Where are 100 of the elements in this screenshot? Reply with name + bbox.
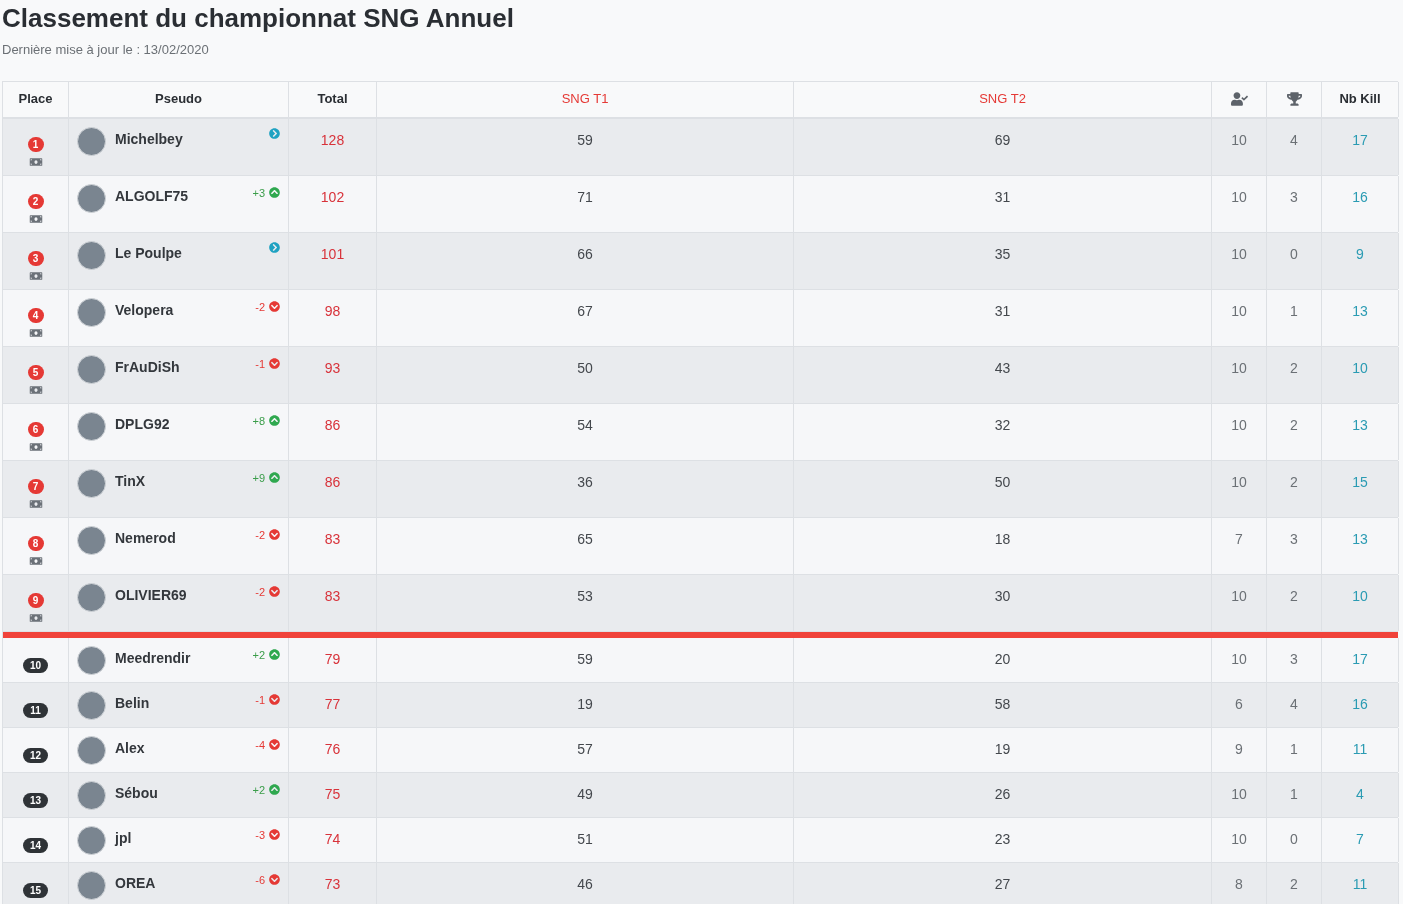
table-cell-text: 1 bbox=[1290, 301, 1298, 321]
player-name[interactable]: OLIVIER69 bbox=[115, 584, 247, 606]
table-cell-text: 0 bbox=[1290, 829, 1298, 849]
place-badge: 1 bbox=[27, 137, 44, 152]
table-cell-text: 53 bbox=[577, 586, 593, 606]
kill-count: 13 bbox=[1352, 415, 1368, 435]
total-points: 98 bbox=[324, 301, 341, 321]
player-name[interactable]: DPLG92 bbox=[115, 413, 244, 435]
total-points: 86 bbox=[324, 472, 341, 492]
table-cell-text: 2 bbox=[1290, 358, 1298, 378]
table-cell-text: 27 bbox=[994, 874, 1011, 894]
table-cell-text: 10 bbox=[1231, 130, 1247, 150]
total-points: 102 bbox=[320, 187, 345, 207]
player-name[interactable]: TinX bbox=[115, 470, 244, 492]
column-header: SNG T1 bbox=[561, 90, 609, 109]
table-cell-text: 46 bbox=[577, 874, 593, 894]
total-points: 83 bbox=[324, 529, 341, 549]
kill-count: 16 bbox=[1352, 694, 1368, 714]
avatar bbox=[77, 582, 106, 612]
table-cell-text: 10 bbox=[1231, 415, 1247, 435]
kill-count: 17 bbox=[1352, 649, 1368, 669]
player-name[interactable]: Sébou bbox=[115, 782, 244, 804]
avatar bbox=[77, 126, 106, 156]
kill-count: 11 bbox=[1352, 874, 1368, 894]
table-cell-text: 2 bbox=[1290, 874, 1298, 894]
table-cell-text: 10 bbox=[1231, 829, 1247, 849]
table-cell-text: 10 bbox=[1231, 358, 1247, 378]
table-cell-text: 2 bbox=[1290, 586, 1298, 606]
player-name[interactable]: Le Poulpe bbox=[115, 242, 260, 264]
kill-count: 10 bbox=[1352, 586, 1368, 606]
rank-change: -1 bbox=[255, 692, 265, 708]
rank-change: -3 bbox=[255, 827, 265, 843]
table-cell-text: 10 bbox=[1231, 187, 1247, 207]
kill-count: 9 bbox=[1356, 244, 1364, 264]
table-cell-text: 23 bbox=[994, 829, 1011, 849]
table-cell-text: 65 bbox=[577, 529, 593, 549]
player-name[interactable]: Meedrendir bbox=[115, 647, 244, 669]
player-name[interactable]: Michelbey bbox=[115, 128, 260, 150]
table-cell-text: 3 bbox=[1290, 187, 1298, 207]
rank-change: -2 bbox=[255, 584, 265, 600]
table-cell-text: 59 bbox=[577, 130, 593, 150]
place-badge: 14 bbox=[23, 837, 48, 853]
total-points: 77 bbox=[324, 694, 341, 714]
table-cell-text: 2 bbox=[1290, 472, 1298, 492]
avatar bbox=[77, 735, 106, 765]
table-cell-text: 35 bbox=[994, 244, 1011, 264]
total-points: 74 bbox=[324, 829, 341, 849]
place-badge: 2 bbox=[27, 194, 44, 209]
player-name[interactable]: OREA bbox=[115, 872, 247, 894]
table-cell-text: 58 bbox=[994, 694, 1011, 714]
player-name[interactable]: Belin bbox=[115, 692, 247, 714]
player-name[interactable]: Alex bbox=[115, 737, 247, 759]
total-points: 83 bbox=[324, 586, 341, 606]
kill-count: 10 bbox=[1352, 358, 1368, 378]
avatar bbox=[77, 870, 106, 900]
page-title: Classement du championnat SNG Annuel bbox=[1, 2, 515, 35]
table-cell-text: 43 bbox=[994, 358, 1011, 378]
rank-change: -2 bbox=[255, 527, 265, 543]
kill-count: 13 bbox=[1352, 529, 1368, 549]
rank-change: +8 bbox=[252, 413, 265, 429]
table-cell-text: 3 bbox=[1290, 529, 1298, 549]
place-badge: 15 bbox=[23, 882, 48, 898]
table-cell-text: 31 bbox=[994, 187, 1011, 207]
avatar bbox=[77, 780, 106, 810]
table-cell-text: 36 bbox=[577, 472, 593, 492]
player-name[interactable]: jpl bbox=[115, 827, 247, 849]
place-badge: 7 bbox=[27, 479, 44, 494]
place-badge: 6 bbox=[27, 422, 44, 437]
avatar bbox=[77, 240, 106, 270]
table-cell-text: 7 bbox=[1235, 529, 1243, 549]
last-updated: Dernière mise à jour le : 13/02/2020 bbox=[1, 41, 210, 59]
total-points: 86 bbox=[324, 415, 341, 435]
player-name[interactable]: FrAuDiSh bbox=[115, 356, 247, 378]
avatar bbox=[77, 411, 106, 441]
player-name[interactable]: ALGOLF75 bbox=[115, 185, 244, 207]
player-name[interactable]: Velopera bbox=[115, 299, 247, 321]
total-points: 101 bbox=[320, 244, 345, 264]
table-cell-text: 51 bbox=[577, 829, 593, 849]
table-cell-text: 3 bbox=[1290, 649, 1298, 669]
place-badge: 8 bbox=[27, 536, 44, 551]
place-badge: 11 bbox=[23, 702, 48, 718]
column-header: Place bbox=[18, 90, 53, 109]
table-cell-text: 19 bbox=[577, 694, 593, 714]
kill-count: 15 bbox=[1352, 472, 1368, 492]
place-badge: 4 bbox=[27, 308, 44, 323]
rank-change: +2 bbox=[252, 647, 265, 663]
table-cell-text: 19 bbox=[994, 739, 1011, 759]
player-name[interactable]: Nemerod bbox=[115, 527, 247, 549]
table-cell-text: 6 bbox=[1235, 694, 1243, 714]
avatar bbox=[77, 525, 106, 555]
rank-change: +2 bbox=[252, 782, 265, 798]
table-cell-text: 20 bbox=[994, 649, 1011, 669]
total-points: 73 bbox=[324, 874, 341, 894]
column-header: Pseudo bbox=[155, 90, 202, 109]
table-cell-text: 26 bbox=[994, 784, 1011, 804]
user-check-icon bbox=[1230, 92, 1248, 106]
table-cell-text: 71 bbox=[577, 187, 593, 207]
place-badge: 9 bbox=[27, 593, 44, 608]
kill-count: 7 bbox=[1356, 829, 1364, 849]
total-points: 76 bbox=[324, 739, 341, 759]
